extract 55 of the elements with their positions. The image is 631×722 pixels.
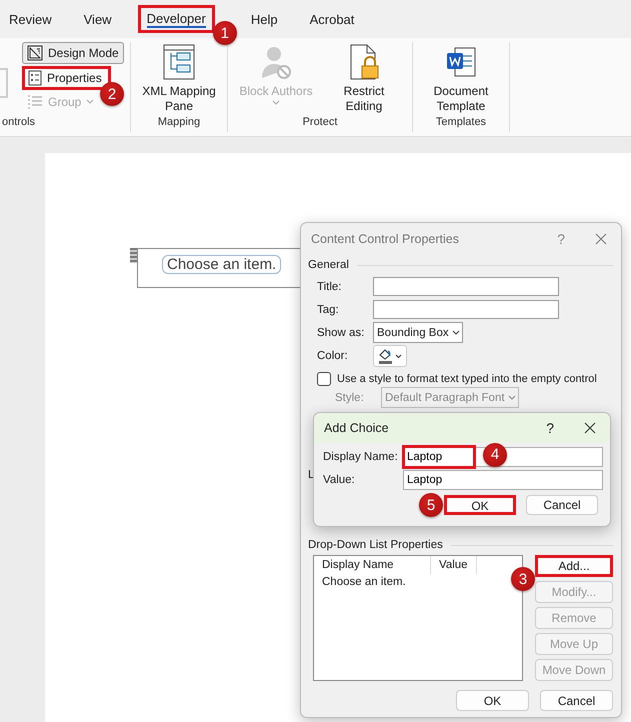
field-label: Tag: — [317, 304, 340, 316]
field-label: Value: — [323, 474, 356, 486]
ribbon-tab[interactable]: Review — [3, 6, 58, 32]
list-item[interactable]: Choose an item. — [322, 576, 406, 588]
ribbon-tab[interactable]: Acrobat — [304, 6, 360, 32]
dialog-button[interactable]: OK — [456, 690, 529, 711]
group-label: Protect — [302, 116, 338, 130]
dialog-button[interactable]: Cancel — [540, 690, 613, 711]
color-button[interactable] — [373, 344, 407, 366]
dialog-title: Add Choice — [324, 421, 390, 435]
field-label: Display Name: — [323, 450, 399, 462]
group-label: ontrols — [2, 116, 36, 130]
dialog-button[interactable]: Add... — [535, 555, 613, 577]
checkbox-label: Use a style to format text typed into the empty control — [337, 373, 597, 385]
group-label: Templates — [434, 116, 488, 130]
input-field[interactable] — [373, 300, 559, 319]
input-field[interactable] — [373, 277, 559, 296]
step-badge: 2 — [100, 82, 124, 106]
ribbon-button[interactable]: Restrict Editing — [322, 42, 406, 116]
properties-icon — [28, 70, 42, 86]
field-label: Style: — [335, 392, 365, 404]
select-field[interactable]: Bounding Box — [373, 322, 463, 343]
checkbox[interactable] — [317, 372, 331, 386]
person-block-icon — [260, 44, 292, 80]
caret-icon — [508, 394, 516, 400]
caret-icon — [272, 100, 280, 106]
step-badge: 3 — [511, 567, 535, 591]
column-header[interactable]: Value — [431, 556, 477, 574]
ribbon-tab[interactable]: View — [78, 6, 118, 32]
step-badge: 5 — [419, 493, 443, 517]
group-label: Mapping — [156, 116, 202, 130]
group-icon — [27, 95, 43, 109]
help-button[interactable]: ? — [546, 420, 554, 436]
ribbon-tab[interactable]: Developer — [138, 5, 215, 33]
dialog-title: Content Control Properties — [311, 232, 460, 246]
close-icon[interactable] — [584, 422, 596, 434]
caret-icon — [86, 99, 94, 105]
ribbon-button[interactable]: XML Mapping Pane — [137, 42, 221, 116]
ribbon-edge-icon — [0, 68, 8, 98]
xml-tree-icon — [163, 44, 195, 80]
input-field[interactable]: Laptop — [403, 470, 603, 490]
drag-handle-icon[interactable] — [130, 248, 137, 263]
ribbon-button[interactable]: Document Template — [419, 42, 503, 116]
dialog-button[interactable]: OK — [444, 495, 516, 515]
caret-icon — [452, 330, 460, 336]
section-heading: Drop-Down List Properties — [308, 539, 443, 551]
field-label: Show as: — [317, 326, 366, 338]
ruler-icon — [27, 45, 43, 61]
lock-document-icon — [348, 44, 380, 80]
placeholder-text: Choose an item. — [162, 255, 282, 274]
ribbon-tab[interactable]: Help — [244, 6, 284, 32]
field-label: Color: — [317, 350, 349, 362]
dialog-button[interactable]: Cancel — [526, 495, 598, 515]
ribbon-button[interactable]: Design Mode — [22, 42, 124, 64]
column-header[interactable]: Display Name — [314, 556, 431, 574]
